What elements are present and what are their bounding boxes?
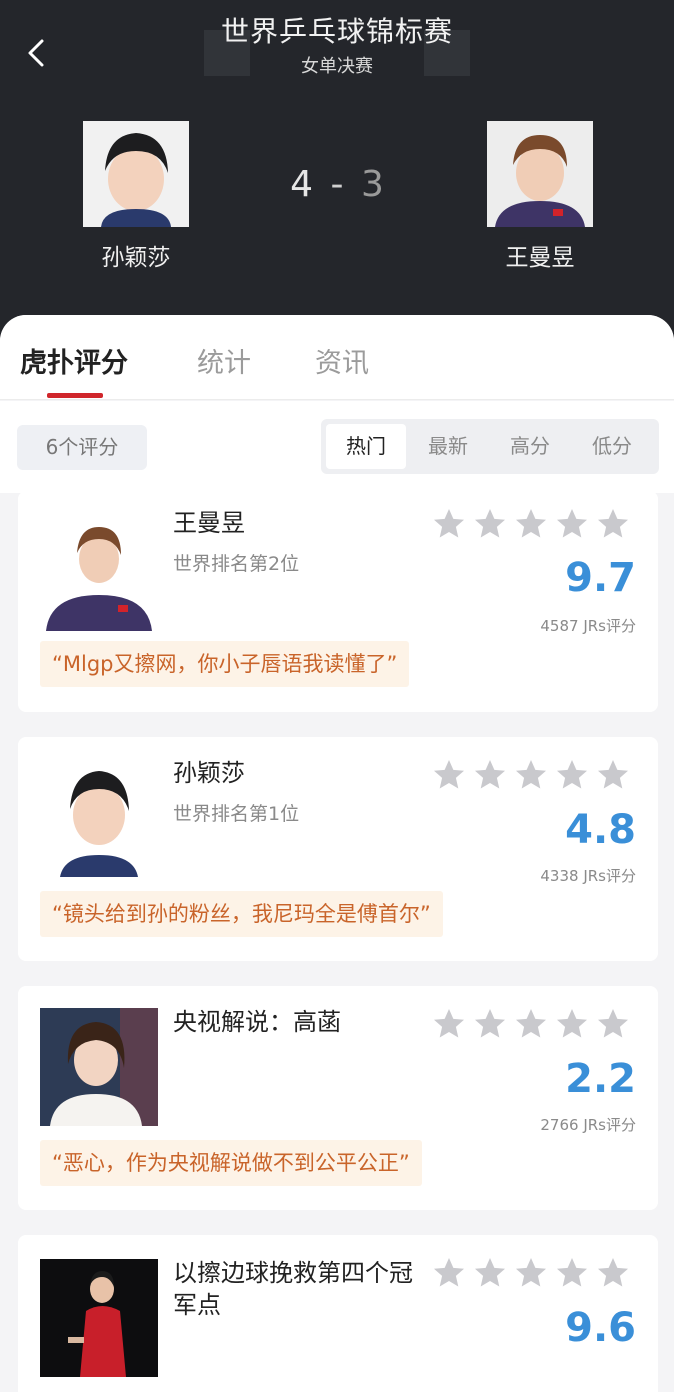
- star-rating[interactable]: [431, 1006, 631, 1042]
- rating-card[interactable]: 以擦边球挽救第四个冠军点 9.6: [18, 1235, 658, 1392]
- rating-count-badge: 6个评分: [17, 425, 147, 470]
- star-rating[interactable]: [431, 1255, 631, 1291]
- rating-score: 9.7: [565, 555, 636, 601]
- star-icon[interactable]: [431, 506, 467, 542]
- star-icon[interactable]: [554, 1006, 590, 1042]
- tab-news[interactable]: 资讯: [315, 341, 369, 380]
- star-icon[interactable]: [513, 1006, 549, 1042]
- sort-high[interactable]: 高分: [490, 424, 570, 469]
- rating-card[interactable]: 孙颖莎 世界排名第1位 4.8 4338 JRs评分 “镜头给到孙的粉丝，我尼玛…: [18, 737, 658, 961]
- star-icon[interactable]: [513, 506, 549, 542]
- card-subtitle: 世界排名第2位: [173, 553, 300, 575]
- card-title: 孙颖莎: [173, 759, 245, 787]
- content-sheet: 虎扑评分 统计 资讯 6个评分 热门 最新 高分 低分 王曼昱 世界排名第2位: [0, 315, 674, 1392]
- sort-low[interactable]: 低分: [572, 424, 652, 469]
- top-comment[interactable]: “恶心，作为央视解说做不到公平公正”: [40, 1140, 422, 1186]
- card-title: 以擦边球挽救第四个冠军点: [173, 1259, 413, 1319]
- star-icon[interactable]: [595, 1255, 631, 1291]
- match-header: 世界乒乓球锦标赛 女单决赛 孙颖莎 王曼昱 4 - 3: [0, 0, 674, 345]
- star-icon[interactable]: [595, 1006, 631, 1042]
- star-icon[interactable]: [595, 506, 631, 542]
- rating-votes: 4338 JRs评分: [540, 867, 636, 885]
- star-icon[interactable]: [595, 757, 631, 793]
- star-icon[interactable]: [431, 1255, 467, 1291]
- star-icon[interactable]: [472, 1006, 508, 1042]
- score-separator: -: [330, 164, 344, 205]
- sort-latest[interactable]: 最新: [408, 424, 488, 469]
- card-title: 王曼昱: [173, 509, 245, 537]
- rating-card[interactable]: 王曼昱 世界排名第2位 9.7 4587 JRs评分 “Mlgp又擦网，你小子唇…: [18, 491, 658, 712]
- rating-score: 2.2: [565, 1056, 636, 1102]
- sort-segmented-control: 热门 最新 高分 低分: [321, 419, 659, 474]
- star-icon[interactable]: [431, 757, 467, 793]
- score-left: 4: [290, 164, 314, 205]
- star-icon[interactable]: [472, 1255, 508, 1291]
- star-icon[interactable]: [513, 757, 549, 793]
- card-avatar: [40, 759, 158, 877]
- card-avatar: [40, 1259, 158, 1377]
- star-icon[interactable]: [554, 757, 590, 793]
- rating-score: 9.6: [565, 1305, 636, 1351]
- score-right: 3: [360, 164, 384, 205]
- rating-votes: 4587 JRs评分: [540, 617, 636, 635]
- page-subtitle: 女单决赛: [301, 56, 373, 77]
- star-icon[interactable]: [554, 1255, 590, 1291]
- sort-hot[interactable]: 热门: [326, 424, 406, 469]
- player-name-left: 孙颖莎: [101, 245, 171, 271]
- star-icon[interactable]: [431, 1006, 467, 1042]
- active-tab-indicator: [47, 393, 103, 398]
- card-subtitle: 世界排名第1位: [173, 803, 300, 825]
- card-avatar: [40, 513, 158, 631]
- star-icon[interactable]: [513, 1255, 549, 1291]
- rating-card[interactable]: 央视解说：高菡 2.2 2766 JRs评分 “恶心，作为央视解说做不到公平公正…: [18, 986, 658, 1210]
- tab-bar: 虎扑评分 统计 资讯: [0, 315, 674, 400]
- rating-score: 4.8: [565, 807, 636, 853]
- star-icon[interactable]: [472, 757, 508, 793]
- player-name-right: 王曼昱: [505, 245, 575, 271]
- match-score: 4 - 3: [0, 164, 674, 205]
- card-title: 央视解说：高菡: [173, 1008, 341, 1036]
- top-comment[interactable]: “Mlgp又擦网，你小子唇语我读懂了”: [40, 641, 410, 687]
- star-rating[interactable]: [431, 757, 631, 793]
- rating-votes: 2766 JRs评分: [540, 1116, 636, 1134]
- star-rating[interactable]: [431, 506, 631, 542]
- star-icon[interactable]: [472, 506, 508, 542]
- star-icon[interactable]: [554, 506, 590, 542]
- tab-hupu-rating[interactable]: 虎扑评分: [20, 341, 128, 380]
- tab-stats[interactable]: 统计: [197, 341, 251, 380]
- top-comment[interactable]: “镜头给到孙的粉丝，我尼玛全是傅首尔”: [40, 891, 443, 937]
- card-avatar: [40, 1008, 158, 1126]
- page-title: 世界乒乓球锦标赛: [220, 15, 453, 48]
